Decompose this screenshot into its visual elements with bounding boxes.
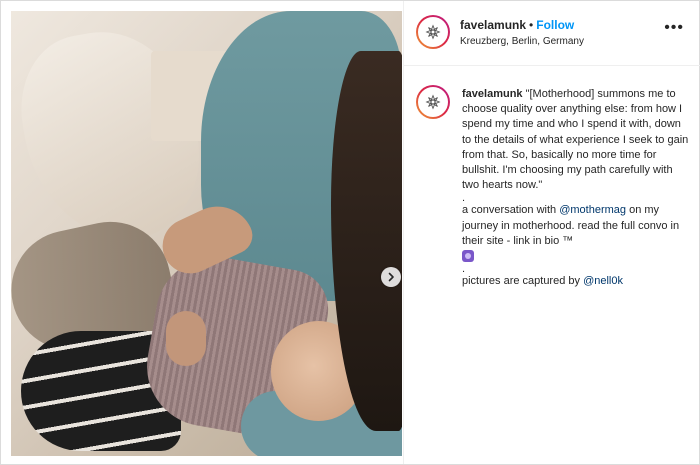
header-title-row: favelamunk • Follow [460,18,574,32]
lotus-mandala-icon [425,24,441,40]
post-side-panel: favelamunk • Follow Kreuzberg, Berlin, Ger… [403,1,700,464]
caption-text: a conversation with [462,204,560,217]
caption-quote: "[Motherhood] summons me to choose quali… [462,88,689,192]
chevron-right-icon [388,272,394,282]
avatar-image [418,17,448,47]
mention-link-mothermag[interactable]: @mothermag [559,204,626,216]
caption-credit-paragraph: pictures are captured by @nell0k [462,274,690,289]
caption-avatar-image [418,87,448,117]
photo-hand-lower [166,311,206,366]
caption-username-link[interactable]: favelamunk [462,88,523,100]
more-options-icon[interactable]: ••• [664,20,684,36]
post-photo[interactable] [11,11,402,456]
avatar[interactable] [416,15,450,49]
mention-link-nell0k[interactable]: @nell0k [583,275,623,287]
separator-dot: • [529,18,534,32]
instagram-post: favelamunk • Follow Kreuzberg, Berlin, Ger… [0,0,700,465]
username-link[interactable]: favelamunk [460,18,526,32]
caption-separator: . [462,263,466,276]
carousel-next-button[interactable] [381,267,401,287]
follow-button[interactable]: Follow [536,18,574,32]
caption-text: pictures are captured by [462,275,584,288]
caption-separator: . [462,192,466,205]
post-caption: favelamunk "[Motherhood] summons me to c… [462,87,690,289]
lotus-mandala-icon [425,94,441,110]
post-header: favelamunk • Follow Kreuzberg, Berlin, Ger… [404,1,700,66]
purple-emoji-icon [462,250,474,263]
caption-avatar[interactable] [416,85,450,119]
location-link[interactable]: Kreuzberg, Berlin, Germany [460,36,584,47]
caption-quote-paragraph: favelamunk "[Motherhood] summons me to c… [462,87,690,193]
caption-conversation-paragraph: a conversation with @mothermag on my jou… [462,203,690,264]
